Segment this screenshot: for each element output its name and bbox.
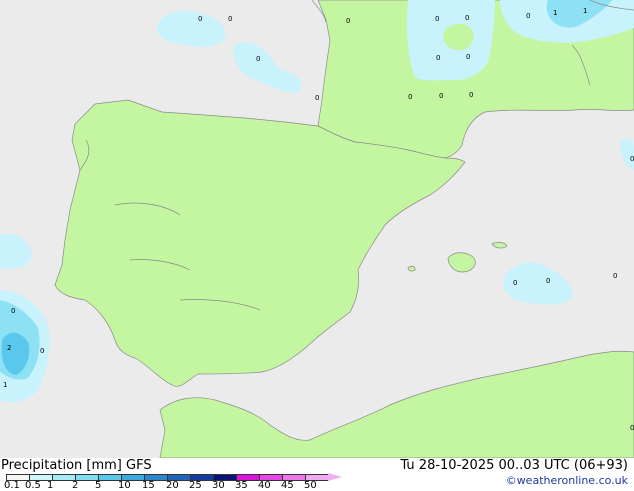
point-value: 0 bbox=[613, 272, 617, 280]
precipitation-map: 0 0 0 0 0 1 1 0 0 0 0 0 0 0 0 0 0 0 0 0 … bbox=[0, 0, 634, 458]
point-value: 0 bbox=[439, 92, 443, 100]
point-value: 0 bbox=[315, 94, 319, 102]
point-value: 0 bbox=[630, 155, 634, 163]
point-value: 0 bbox=[11, 307, 15, 315]
forecast-datetime: Tu 28-10-2025 00..03 UTC (06+93) bbox=[400, 458, 628, 473]
point-value: 0 bbox=[526, 12, 530, 20]
point-value: 0 bbox=[228, 15, 232, 23]
map-title: Precipitation [mm] GFS bbox=[1, 458, 152, 473]
point-value: 2 bbox=[7, 344, 11, 352]
point-value: 0 bbox=[546, 277, 550, 285]
point-value: 1 bbox=[553, 9, 557, 17]
credit-text: ©weatheronline.co.uk bbox=[505, 474, 628, 487]
point-value: 0 bbox=[198, 15, 202, 23]
point-value: 0 bbox=[435, 15, 439, 23]
point-value: 0 bbox=[630, 424, 634, 432]
point-value: 0 bbox=[465, 14, 469, 22]
point-value: 1 bbox=[3, 381, 7, 389]
point-value: 1 bbox=[583, 7, 587, 15]
point-value: 0 bbox=[40, 347, 44, 355]
point-value: 0 bbox=[436, 54, 440, 62]
point-value: 0 bbox=[466, 53, 470, 61]
point-value: 0 bbox=[513, 279, 517, 287]
point-value: 0 bbox=[469, 91, 473, 99]
legend-arrow bbox=[328, 473, 342, 481]
point-value: 0 bbox=[256, 55, 260, 63]
point-value: 0 bbox=[408, 93, 412, 101]
point-value: 0 bbox=[346, 17, 350, 25]
